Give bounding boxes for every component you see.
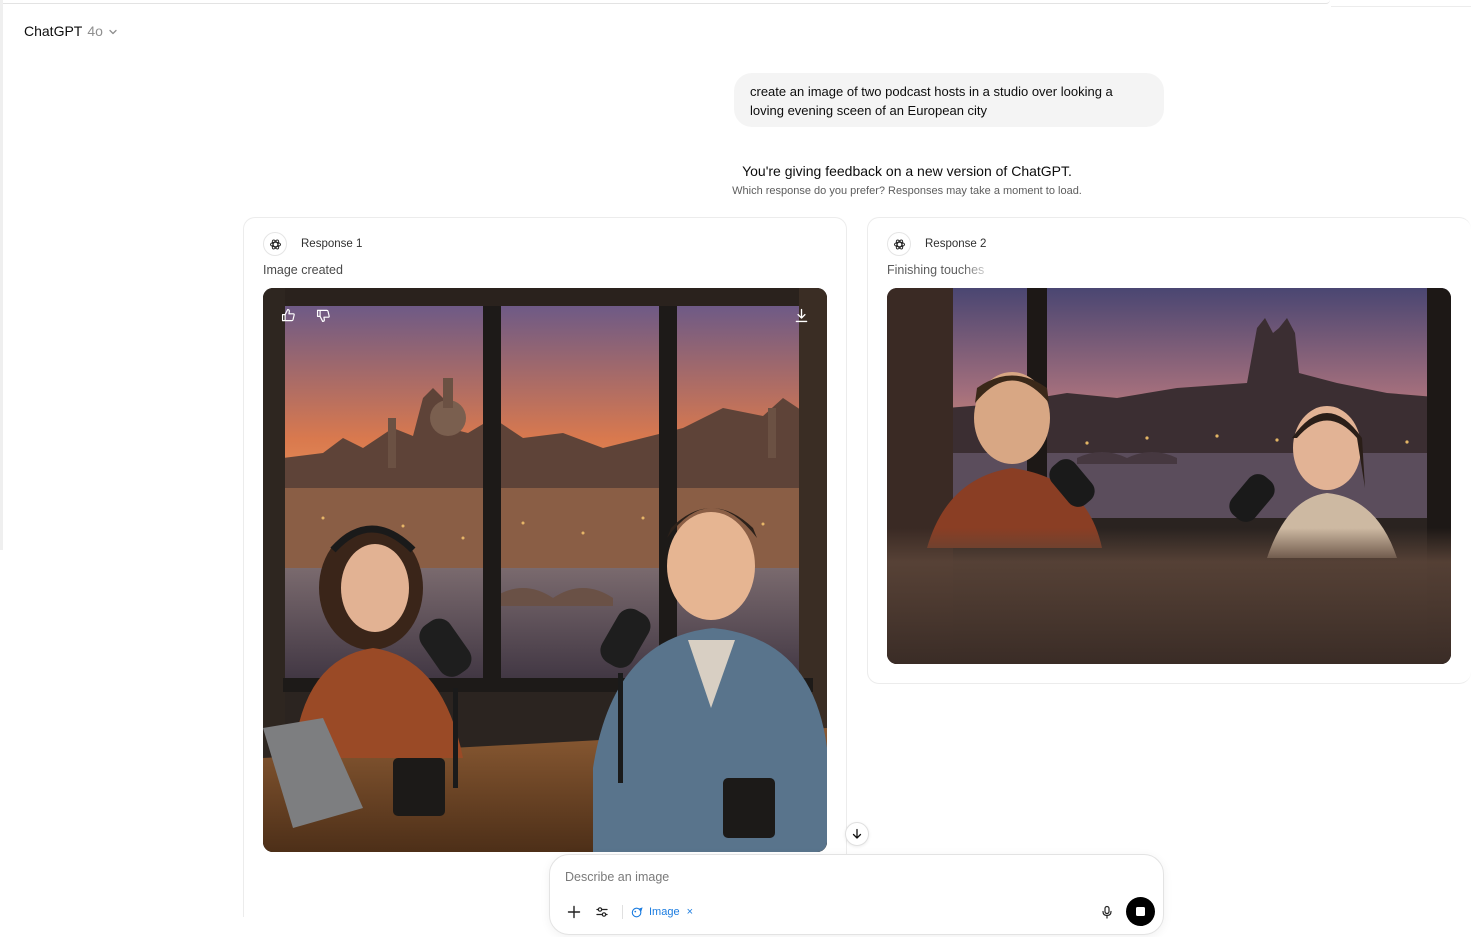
model-selector[interactable]: ChatGPT 4o bbox=[16, 18, 126, 44]
sidebar-edge bbox=[0, 0, 3, 550]
image-tool-chip[interactable]: Image × bbox=[631, 902, 693, 922]
feedback-subtitle: Which response do you prefer? Responses … bbox=[732, 185, 1082, 197]
stop-icon bbox=[1136, 907, 1145, 916]
prompt-input[interactable] bbox=[565, 867, 1085, 887]
top-divider bbox=[1331, 6, 1471, 7]
tools-button[interactable] bbox=[591, 901, 613, 923]
feedback-banner: You're giving feedback on a new version … bbox=[555, 161, 1259, 199]
response-status: Image created bbox=[263, 263, 343, 277]
microphone-icon bbox=[1102, 905, 1112, 919]
generated-image[interactable] bbox=[263, 288, 827, 852]
remove-tool-button[interactable]: × bbox=[687, 906, 693, 918]
stop-generating-button[interactable] bbox=[1126, 897, 1155, 926]
thumbs-up-button[interactable] bbox=[277, 304, 299, 326]
plus-icon bbox=[567, 905, 581, 919]
chatgpt-logo-icon bbox=[887, 232, 911, 256]
thumbs-down-icon bbox=[316, 309, 330, 322]
response-label: Response 2 bbox=[925, 238, 987, 250]
user-message: create an image of two podcast hosts in … bbox=[734, 73, 1164, 127]
sliders-icon bbox=[596, 907, 608, 917]
tab-bar-edge bbox=[0, 0, 1330, 4]
response-header: Response 2 bbox=[887, 232, 986, 256]
thumbs-down-button[interactable] bbox=[312, 304, 334, 326]
chatgpt-logo-icon bbox=[263, 232, 287, 256]
image-brush-icon bbox=[631, 906, 643, 917]
feedback-title: You're giving feedback on a new version … bbox=[742, 163, 1072, 179]
dictate-button[interactable] bbox=[1096, 901, 1118, 923]
thumbs-up-icon bbox=[281, 308, 295, 321]
response-card-1[interactable]: Response 1 Image created bbox=[243, 217, 847, 917]
podcast-studio-image bbox=[263, 288, 827, 852]
chevron-down-icon bbox=[109, 29, 117, 34]
chat-window: ChatGPT 4o create an image of two podcas… bbox=[0, 0, 1471, 937]
arrow-down-icon bbox=[852, 828, 862, 839]
add-attachment-button[interactable] bbox=[563, 901, 585, 923]
download-button[interactable] bbox=[790, 304, 812, 326]
image-tool-label: Image bbox=[649, 906, 680, 918]
composer: Image × bbox=[549, 854, 1164, 935]
model-version: 4o bbox=[87, 23, 103, 39]
scroll-to-bottom-button[interactable] bbox=[845, 822, 869, 846]
response-label: Response 1 bbox=[301, 238, 363, 250]
response-card-2[interactable]: Response 2 Finishing touches bbox=[867, 217, 1471, 684]
response-status: Finishing touches bbox=[887, 263, 985, 277]
download-icon bbox=[795, 308, 807, 322]
response-header: Response 1 bbox=[263, 232, 362, 256]
generating-image bbox=[887, 288, 1451, 664]
model-name: ChatGPT bbox=[24, 23, 83, 39]
toolbar-divider bbox=[622, 905, 623, 919]
podcast-studio-image-loading bbox=[887, 288, 1451, 664]
